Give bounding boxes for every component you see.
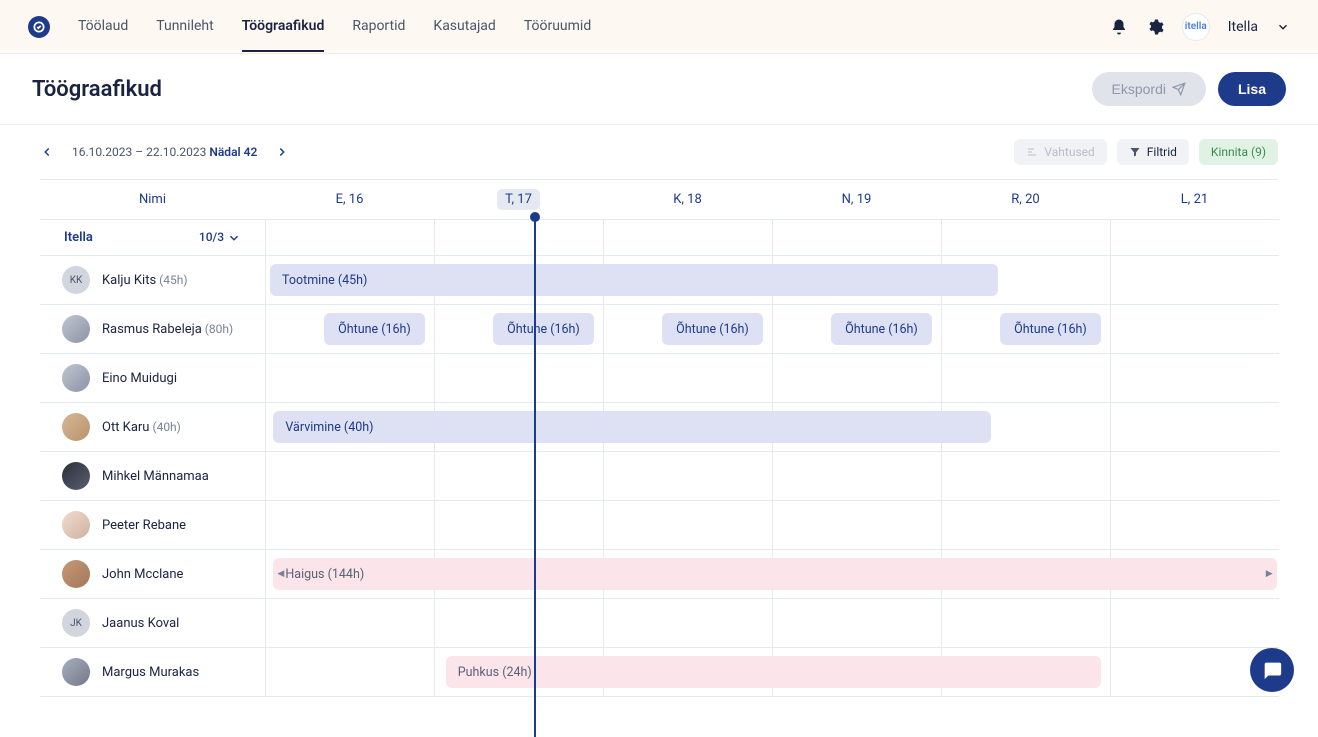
chat-button[interactable]: [1250, 648, 1294, 692]
schedule-grid: NimiE, 16T, 17K, 18N, 19R, 20L, 21 Itella…: [40, 179, 1278, 697]
column-header-name: Nimi: [40, 180, 265, 220]
next-week-button[interactable]: [275, 145, 289, 159]
page-header: Töögraafikud Ekspordi Lisa: [0, 54, 1318, 125]
schedule-entry[interactable]: Õhtune (16h): [324, 313, 425, 345]
person-name: Margus Murakas: [102, 665, 199, 680]
avatar: KK: [62, 266, 90, 294]
person-name: Rasmus Rabeleja: [102, 322, 202, 337]
gear-icon[interactable]: [1146, 18, 1164, 36]
day-cell[interactable]: [603, 220, 772, 256]
group-toggle[interactable]: Itella 10/3: [40, 220, 265, 256]
person-cell[interactable]: Eino Muidugi: [40, 354, 265, 403]
arrow-right-icon: ▶: [1266, 569, 1273, 579]
schedule-entry[interactable]: Puhkus (24h): [446, 656, 1101, 688]
person-cell[interactable]: Peeter Rebane: [40, 501, 265, 550]
confirm-chip[interactable]: Kinnita (9): [1199, 139, 1278, 165]
schedule-entry[interactable]: Õhtune (16h): [493, 313, 594, 345]
person-cell[interactable]: KK Kalju Kits (45h): [40, 256, 265, 305]
sliders-icon: [1026, 146, 1038, 158]
nav-reports[interactable]: Raportid: [352, 18, 405, 52]
nav-schedules[interactable]: Töögraafikud: [242, 18, 325, 52]
column-header-day: L, 21: [1110, 180, 1279, 220]
group-count: 10/3: [199, 230, 241, 245]
now-indicator: [534, 217, 536, 737]
nav-dashboard[interactable]: Töölaud: [78, 18, 128, 52]
person-name: Jaanus Koval: [102, 616, 179, 631]
column-header-day: T, 17: [434, 180, 603, 220]
group-name: Itella: [64, 230, 93, 245]
avatar: [62, 462, 90, 490]
column-header-day: N, 19: [772, 180, 941, 220]
schedule-entry[interactable]: Õhtune (16h): [662, 313, 763, 345]
avatar: [62, 560, 90, 588]
filters-label: Filtrid: [1147, 145, 1177, 159]
avatar: [62, 511, 90, 539]
chat-icon: [1261, 659, 1283, 681]
schedule-entry[interactable]: Haigus (144h)◀▶: [273, 558, 1276, 590]
avatar: [62, 413, 90, 441]
export-label: Ekspordi: [1112, 81, 1166, 97]
nav-timesheet[interactable]: Tunnileht: [156, 18, 213, 52]
person-name: Eino Muidugi: [102, 371, 177, 386]
person-cell[interactable]: Margus Murakas: [40, 648, 265, 697]
person-name: Peeter Rebane: [102, 518, 186, 533]
person-name: Kalju Kits: [102, 273, 156, 288]
person-name: John Mcclane: [102, 567, 183, 582]
org-name[interactable]: Itella: [1228, 19, 1258, 35]
column-header-day: R, 20: [941, 180, 1110, 220]
schedule-entry[interactable]: Värvimine (40h): [273, 411, 991, 443]
add-button[interactable]: Lisa: [1218, 72, 1286, 106]
org-avatar[interactable]: itella: [1182, 13, 1210, 41]
person-hours: (40h): [149, 420, 180, 434]
arrow-left-icon: ◀: [277, 569, 284, 579]
week-number: Nädal 42: [209, 145, 257, 159]
day-cell[interactable]: [941, 220, 1110, 256]
person-cell[interactable]: Ott Karu (40h): [40, 403, 265, 452]
filter-icon: [1129, 146, 1141, 158]
prev-week-button[interactable]: [40, 145, 54, 159]
day-cell[interactable]: [1110, 220, 1279, 256]
day-cell[interactable]: [434, 220, 603, 256]
schedule-entry[interactable]: Õhtune (16h): [831, 313, 932, 345]
person-cell[interactable]: John Mcclane: [40, 550, 265, 599]
page-title: Töögraafikud: [32, 77, 162, 102]
avatar: [62, 315, 90, 343]
day-cell[interactable]: [265, 220, 434, 256]
export-button[interactable]: Ekspordi: [1092, 72, 1206, 106]
nav-users[interactable]: Kasutajad: [433, 18, 495, 52]
schedule-grid-wrap: NimiE, 16T, 17K, 18N, 19R, 20L, 21 Itella…: [0, 179, 1318, 737]
column-header-day: K, 18: [603, 180, 772, 220]
avatar: [62, 658, 90, 686]
person-hours: (45h): [156, 273, 187, 287]
person-name: Mihkel Männamaa: [102, 469, 209, 484]
person-cell[interactable]: Rasmus Rabeleja (80h): [40, 305, 265, 354]
chevron-down-icon[interactable]: [1276, 20, 1290, 34]
app-logo[interactable]: [28, 16, 50, 38]
bell-icon[interactable]: [1110, 18, 1128, 36]
avatar: [62, 364, 90, 392]
column-header-day: E, 16: [265, 180, 434, 220]
schedule-entry[interactable]: Tootmine (45h): [270, 264, 998, 296]
date-range-text: 16.10.2023 – 22.10.2023: [72, 145, 206, 159]
person-name: Ott Karu: [102, 420, 149, 435]
confirm-label: Kinnita (9): [1211, 145, 1266, 159]
send-icon: [1172, 82, 1186, 96]
main-nav: Töölaud Tunnileht Töögraafikud Raportid …: [78, 18, 591, 36]
avatar: JK: [62, 609, 90, 637]
day-cell[interactable]: [772, 220, 941, 256]
shifts-chip[interactable]: Vahtused: [1014, 139, 1106, 165]
filters-chip[interactable]: Filtrid: [1117, 139, 1189, 165]
nav-workspaces[interactable]: Tööruumid: [524, 18, 591, 52]
person-cell[interactable]: Mihkel Männamaa: [40, 452, 265, 501]
schedule-entry[interactable]: Õhtune (16h): [1000, 313, 1101, 345]
person-hours: (80h): [202, 322, 233, 336]
date-range[interactable]: 16.10.2023 – 22.10.2023 Nädal 42: [72, 145, 257, 159]
controls-row: 16.10.2023 – 22.10.2023 Nädal 42 Vahtuse…: [0, 125, 1318, 179]
topbar: Töölaud Tunnileht Töögraafikud Raportid …: [0, 0, 1318, 54]
shifts-label: Vahtused: [1044, 145, 1094, 159]
person-cell[interactable]: JK Jaanus Koval: [40, 599, 265, 648]
